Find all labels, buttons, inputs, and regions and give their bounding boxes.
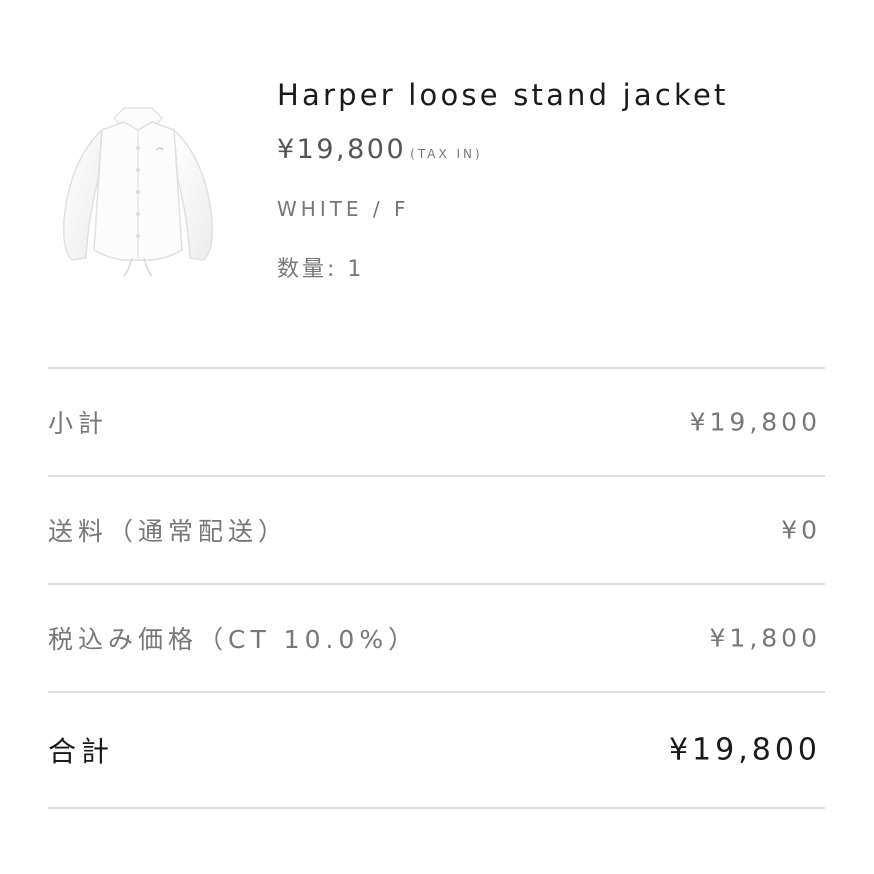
white-jacket-image — [62, 107, 214, 277]
summary-row-total: 合計 ¥19,800 — [48, 691, 825, 809]
product-name[interactable]: Harper loose stand jacket — [277, 74, 837, 116]
total-value: ¥19,800 — [668, 732, 821, 768]
summary-row-tax: 税込み価格（CT 10.0%） ¥1,800 — [48, 583, 825, 691]
product-quantity: 数量: 1 — [277, 257, 365, 282]
tax-value: ¥1,800 — [709, 623, 821, 653]
tax-note: (TAX IN) — [410, 147, 483, 161]
shipping-value: ¥0 — [781, 515, 821, 545]
price-line: ¥19,800 (TAX IN) — [277, 132, 837, 172]
summary-row-shipping: 送料（通常配送） ¥0 — [48, 475, 825, 583]
order-summary: 小計 ¥19,800 送料（通常配送） ¥0 税込み価格（CT 10.0%） ¥… — [48, 367, 825, 809]
subtotal-value: ¥19,800 — [689, 407, 821, 437]
product-variant: WHITE / F — [277, 197, 410, 221]
tax-label: 税込み価格（CT 10.0%） — [48, 625, 419, 654]
summary-row-subtotal: 小計 ¥19,800 — [48, 367, 825, 475]
shipping-label: 送料（通常配送） — [48, 517, 289, 546]
product-info: Harper loose stand jacket ¥19,800 (TAX IN… — [277, 74, 837, 286]
product-price: ¥19,800 — [277, 134, 407, 165]
cart-summary-page: Harper loose stand jacket ¥19,800 (TAX IN… — [0, 0, 874, 874]
subtotal-label: 小計 — [48, 409, 109, 438]
total-label: 合計 — [48, 735, 115, 768]
product-image[interactable] — [52, 100, 222, 300]
